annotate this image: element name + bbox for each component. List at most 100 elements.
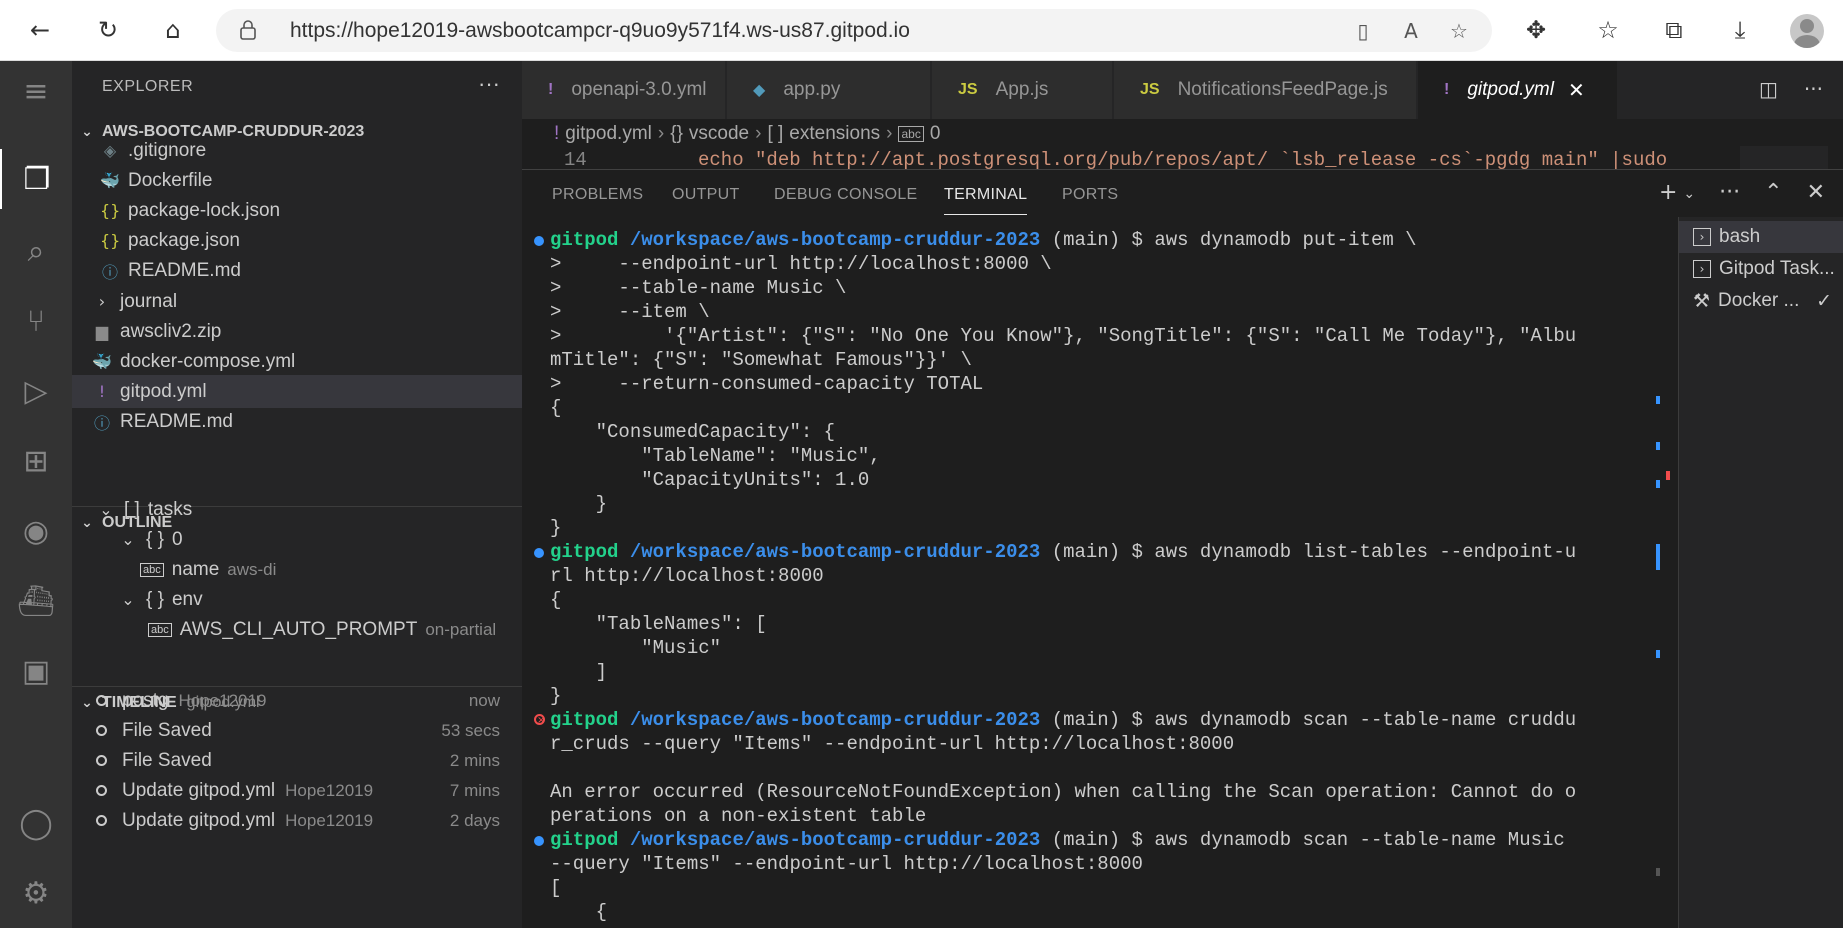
read-aloud-icon[interactable]: A (1398, 18, 1424, 44)
prompt-branch: (main) $ (1040, 829, 1155, 851)
tab-label: App.js (995, 79, 1049, 100)
explorer-icon[interactable]: ❐ (0, 149, 72, 209)
profile-avatar[interactable] (1790, 14, 1824, 48)
file-type-icon: {} (100, 201, 121, 220)
breadcrumb-item[interactable]: extensions (789, 123, 880, 145)
chevron-right-icon: › (657, 123, 665, 144)
symbol-icon: { } (146, 588, 164, 610)
api-icon[interactable]: ▣ (0, 641, 72, 701)
timeline-author: Hope12019 (285, 810, 374, 830)
more-actions-icon[interactable]: ··· (1804, 77, 1823, 101)
home-icon[interactable]: ⌂ (155, 12, 191, 48)
breadcrumb-item[interactable]: 0 (930, 123, 941, 145)
github-icon[interactable]: ◉ (0, 501, 72, 561)
file-item[interactable]: ! gitpod.yml (72, 375, 522, 408)
file-item[interactable]: {} package-lock.json (72, 194, 522, 227)
file-item[interactable]: {} package.json (72, 224, 522, 257)
outline-item[interactable]: abc AWS_CLI_AUTO_PROMPT on-partial (72, 613, 522, 646)
close-icon[interactable]: ✕ (1807, 180, 1825, 205)
timeline-item[interactable]: File Saved 2 mins (72, 744, 522, 777)
run-debug-icon[interactable]: ▷ (0, 361, 72, 421)
more-actions-icon[interactable]: ··· (478, 71, 500, 97)
refresh-icon[interactable]: ↻ (90, 12, 126, 48)
back-icon[interactable]: ← (22, 12, 58, 48)
close-icon[interactable]: ✕ (1568, 78, 1585, 102)
code-text[interactable]: echo "deb http://apt.postgresql.org/pub/… (698, 149, 1667, 169)
more-actions-icon[interactable]: ··· (1719, 180, 1740, 205)
lock-icon[interactable] (240, 20, 256, 40)
tab-output[interactable]: OUTPUT (672, 186, 740, 204)
output-text: ] (550, 661, 608, 683)
timeline-item[interactable]: Update gitpod.yml Hope12019 2 days (72, 804, 522, 837)
file-type-icon: ! (548, 81, 554, 98)
outline-item[interactable]: ⌄ { } 0 (72, 523, 522, 556)
downloads-icon[interactable]: ⤓ (1722, 12, 1758, 48)
tab-app-py[interactable]: ◆ app.py (727, 61, 931, 119)
minimap[interactable] (1740, 146, 1828, 170)
chevron-down-icon[interactable]: ⌄ (1683, 186, 1695, 205)
file-item[interactable]: ⓘ README.md (72, 254, 522, 287)
add-favorite-icon[interactable]: ☆ (1446, 18, 1472, 44)
tab-ports[interactable]: PORTS (1062, 186, 1118, 204)
settings-icon[interactable]: ⚙ (0, 863, 72, 923)
tab-gitpod-yml[interactable]: ! gitpod.yml ✕ (1418, 61, 1618, 119)
terminal-line: gitpod /workspace/aws-bootcamp-cruddur-2… (534, 708, 1843, 733)
tab-openapi-3-0-yml[interactable]: ! openapi-3.0.yml (522, 61, 726, 119)
terminal-item-docker[interactable]: ⚒ Docker ... ✓ (1679, 285, 1843, 317)
timeline-item[interactable]: File Saved 53 secs (72, 714, 522, 747)
error-decoration-icon[interactable] (534, 709, 545, 733)
file-type-icon: JS (958, 81, 978, 98)
maximize-panel-icon[interactable]: ⌃ (1764, 180, 1782, 205)
file-item[interactable]: 🐳 docker-compose.yml (72, 345, 522, 378)
timeline-item[interactable]: postg Hope12019 now (72, 684, 522, 717)
timeline-label: postg Hope12019 (122, 690, 266, 712)
outline-item[interactable]: ⌄ { } env (72, 583, 522, 616)
terminal-item-bash[interactable]: › bash (1679, 221, 1843, 253)
breadcrumb-item[interactable]: vscode (689, 123, 749, 145)
file-item[interactable]: 🐳 Dockerfile (72, 164, 522, 197)
docker-icon[interactable]: ⛴ (0, 571, 72, 631)
success-decoration-icon[interactable] (534, 548, 544, 558)
outline-item[interactable]: ⌄ [ ] tasks (72, 493, 522, 526)
file-name: README.md (120, 410, 233, 432)
success-decoration-icon[interactable] (534, 836, 544, 846)
tab-notificationsfeedpage-js[interactable]: JS NotificationsFeedPage.js (1114, 61, 1417, 119)
file-item[interactable]: ◈ .gitignore (72, 134, 522, 167)
timeline-text: Update gitpod.yml (122, 779, 276, 801)
source-control-icon[interactable]: ⑂ (0, 291, 72, 351)
collections-icon[interactable]: ⧉ (1656, 12, 1692, 48)
file-item[interactable]: ▆ awscliv2.zip (72, 315, 522, 348)
address-bar[interactable]: https://hope12019-awsbootcampcr-q9uo9y57… (216, 9, 1492, 52)
new-terminal-icon[interactable]: + (1659, 180, 1677, 205)
tab-icon[interactable]: ▯ (1350, 18, 1376, 44)
split-editor-icon[interactable]: ◫ (1759, 77, 1778, 101)
chevron-right-icon: › (755, 123, 762, 144)
timeline-time: 53 secs (441, 720, 500, 740)
code-line[interactable]: 14 echo "deb http://apt.postgresql.org/p… (522, 149, 1843, 169)
timeline-text: File Saved (122, 749, 212, 771)
outline-item[interactable]: abc name aws-di (72, 553, 522, 586)
terminal-item-gitpod-task[interactable]: › Gitpod Task... (1679, 253, 1843, 285)
tab-terminal[interactable]: TERMINAL (944, 186, 1028, 215)
terminal-output[interactable]: gitpod /workspace/aws-bootcamp-cruddur-2… (534, 228, 1843, 928)
terminal-line: "TableName": "Music", (534, 444, 1843, 468)
terminal-line: { (534, 588, 1843, 612)
success-decoration-icon[interactable] (534, 236, 544, 246)
file-item[interactable]: › journal (72, 285, 522, 318)
file-item[interactable]: ⓘ README.md (72, 405, 522, 438)
tab-problems[interactable]: PROBLEMS (552, 186, 643, 204)
extensions-icon[interactable]: ⊞ (0, 431, 72, 491)
output-text: "CapacityUnits": 1.0 (550, 469, 870, 491)
tab-app-js[interactable]: JS App.js (932, 61, 1113, 119)
url-text[interactable]: https://hope12019-awsbootcampcr-q9uo9y57… (290, 19, 910, 43)
terminal-line: } (534, 492, 1843, 516)
menu-icon[interactable]: ≡ (0, 61, 72, 121)
extensions-icon[interactable]: ✥ (1518, 12, 1554, 48)
favorites-icon[interactable]: ☆ (1590, 12, 1626, 48)
search-icon[interactable]: ⌕ (0, 221, 72, 281)
breadcrumb-item[interactable]: gitpod.yml (565, 123, 652, 145)
outline-label: AWS_CLI_AUTO_PROMPT (179, 618, 418, 640)
tab-debug-console[interactable]: DEBUG CONSOLE (774, 186, 918, 204)
account-icon[interactable]: ◯ (0, 793, 72, 853)
timeline-item[interactable]: Update gitpod.yml Hope12019 7 mins (72, 774, 522, 807)
